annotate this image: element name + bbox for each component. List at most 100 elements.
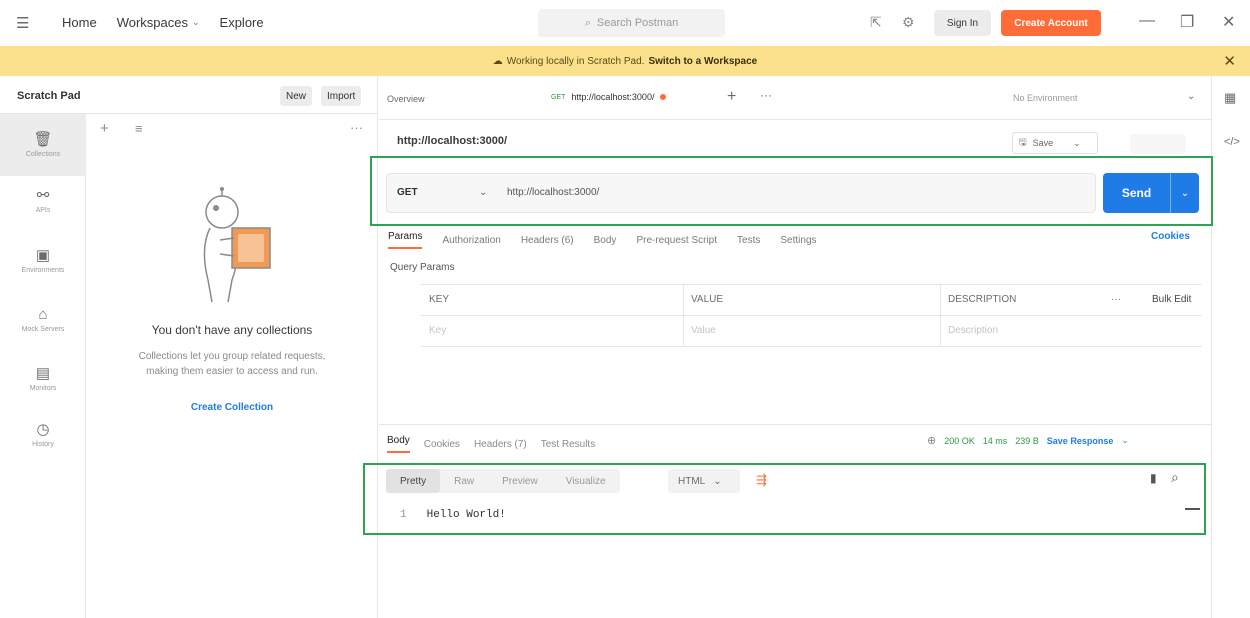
search-icon: ⌕ xyxy=(584,16,591,29)
tab-overview[interactable]: Overview xyxy=(387,94,425,104)
filter-icon[interactable]: ≡ xyxy=(135,121,143,136)
chevron-down-icon[interactable]: ⌄ xyxy=(1073,138,1081,149)
add-collection-icon[interactable]: + xyxy=(100,120,109,137)
sidebar-item-mock-servers[interactable]: ⌂ Mock Servers xyxy=(0,306,86,333)
sidebar-item-label: History xyxy=(32,441,54,448)
tab-headers[interactable]: Headers (6) xyxy=(521,235,574,246)
tab-authorization[interactable]: Authorization xyxy=(442,235,500,246)
request-tab-strip: Overview GET http://localhost:3000/ + ··… xyxy=(379,76,1211,120)
sidebar: Scratch Pad New Import 🗑 Collections ⚯ A… xyxy=(0,76,378,618)
environment-quick-look-icon[interactable]: ▦ xyxy=(1224,90,1236,106)
unsaved-dot-icon xyxy=(660,94,667,100)
sidebar-rail: 🗑 Collections ⚯ APIs ▣ Environments ⌂ Mo… xyxy=(0,114,86,618)
empty-desc-line-2: making them easier to access and run. xyxy=(146,366,318,377)
sidebar-item-label: APIs xyxy=(35,207,51,214)
search-placeholder: Search Postman xyxy=(596,17,679,29)
tab-response-body[interactable]: Body xyxy=(387,435,410,453)
nav-home[interactable]: Home xyxy=(62,15,97,30)
response-tabs: Body Cookies Headers (7) Test Results xyxy=(387,435,595,453)
close-icon[interactable]: ✕ xyxy=(1222,12,1235,32)
sidebar-item-apis[interactable]: ⚯ APIs xyxy=(0,186,86,214)
description-input[interactable]: Description xyxy=(948,325,998,336)
bulk-edit-link[interactable]: Bulk Edit xyxy=(1152,294,1191,305)
new-tab-icon[interactable]: + xyxy=(727,88,736,106)
sidebar-item-label: Collections xyxy=(25,151,61,158)
sidebar-item-environments[interactable]: ▣ Environments xyxy=(0,246,86,274)
create-account-button[interactable]: Create Account xyxy=(1001,10,1101,36)
tab-body[interactable]: Body xyxy=(594,235,617,246)
request-tabs: Params Authorization Headers (6) Body Pr… xyxy=(388,231,817,249)
more-icon[interactable]: ··· xyxy=(350,120,363,135)
sidebar-item-history[interactable]: ◷ History xyxy=(0,420,86,448)
scratch-pad-banner: ☁ Working locally in Scratch Pad. Switch… xyxy=(0,46,1250,76)
switch-workspace-link[interactable]: Switch to a Workspace xyxy=(648,56,757,67)
top-header: ☰ Home Workspaces ⌄ Explore ⌕ Search Post… xyxy=(0,0,1250,46)
minimize-icon[interactable]: — xyxy=(1139,12,1155,30)
sidebar-item-label: Environments xyxy=(21,267,65,274)
tab-tests[interactable]: Tests xyxy=(737,235,760,246)
right-rail: ▦ </> xyxy=(1211,76,1250,618)
tab-settings[interactable]: Settings xyxy=(780,235,816,246)
chevron-down-icon: ⌄ xyxy=(191,17,200,27)
table-header-row: KEY VALUE DESCRIPTION ··· Bulk Edit xyxy=(421,285,1202,316)
nav-workspaces[interactable]: Workspaces ⌄ xyxy=(117,15,200,30)
table-row: Key Value Description xyxy=(421,316,1202,347)
response-meta: ⊕ 200 OK 14 ms 239 B Save Response ⌄ xyxy=(927,434,1129,447)
new-button[interactable]: New xyxy=(280,86,313,106)
empty-collections-illustration xyxy=(203,187,271,303)
query-params-table: KEY VALUE DESCRIPTION ··· Bulk Edit Key … xyxy=(421,284,1202,347)
collections-icon: 🗑 xyxy=(33,131,53,148)
environment-chevron-icon[interactable]: ⌄ xyxy=(1187,91,1195,102)
tab-params[interactable]: Params xyxy=(388,231,423,249)
response-time[interactable]: 14 ms xyxy=(983,436,1008,446)
column-description: DESCRIPTION xyxy=(948,294,1017,305)
key-input[interactable]: Key xyxy=(429,325,446,336)
save-response-button[interactable]: Save Response xyxy=(1047,436,1114,446)
maximize-icon[interactable]: ❐ xyxy=(1180,12,1194,32)
tab-request[interactable]: GET http://localhost:3000/ xyxy=(551,92,667,102)
tab-url: http://localhost:3000/ xyxy=(571,92,655,102)
globe-icon: ⊕ xyxy=(927,435,937,447)
tab-method: GET xyxy=(551,93,566,101)
query-params-heading: Query Params xyxy=(390,262,455,273)
tab-pre-request-script[interactable]: Pre-request Script xyxy=(636,235,717,246)
tab-response-cookies[interactable]: Cookies xyxy=(424,439,460,450)
empty-desc-line-1: Collections let you group related reques… xyxy=(138,351,326,362)
more-icon[interactable]: ··· xyxy=(1111,294,1121,305)
save-button[interactable]: 🖫 Save ⌄ xyxy=(1012,132,1098,154)
column-value: VALUE xyxy=(691,294,724,305)
sidebar-item-monitors[interactable]: ▤ Monitors xyxy=(0,364,86,392)
highlight-box xyxy=(370,156,1213,226)
sidebar-item-collections[interactable]: 🗑 Collections xyxy=(0,114,86,176)
menu-icon[interactable]: ☰ xyxy=(16,14,29,32)
gear-icon[interactable]: ⚙ xyxy=(902,14,915,31)
tab-test-results[interactable]: Test Results xyxy=(541,439,595,450)
sign-in-button[interactable]: Sign In xyxy=(934,10,991,36)
nav-explore[interactable]: Explore xyxy=(220,15,264,30)
history-icon: ◷ xyxy=(36,421,50,438)
create-collection-link[interactable]: Create Collection xyxy=(86,402,378,413)
empty-state-description: Collections let you group related reques… xyxy=(86,349,378,379)
value-input[interactable]: Value xyxy=(691,325,716,336)
tab-response-headers[interactable]: Headers (7) xyxy=(474,439,527,450)
code-icon[interactable]: </> xyxy=(1224,136,1240,148)
monitors-icon: ▤ xyxy=(35,365,51,382)
request-name[interactable]: http://localhost:3000/ xyxy=(397,135,507,147)
banner-close-icon[interactable]: ✕ xyxy=(1223,52,1236,70)
top-nav: Home Workspaces ⌄ Explore xyxy=(62,15,264,30)
cookies-link[interactable]: Cookies xyxy=(1151,231,1190,242)
empty-state-title: You don't have any collections xyxy=(151,323,313,337)
import-button[interactable]: Import xyxy=(321,86,362,106)
tab-more-icon[interactable]: ··· xyxy=(760,88,772,102)
search-input[interactable]: ⌕ Search Postman xyxy=(538,9,725,37)
response-size[interactable]: 239 B xyxy=(1015,436,1039,446)
edit-docs-button[interactable] xyxy=(1130,134,1186,154)
save-icon: 🖫 xyxy=(1019,137,1027,147)
status-code[interactable]: 200 OK xyxy=(944,436,975,446)
environment-select[interactable]: No Environment xyxy=(1013,93,1078,103)
chevron-down-icon[interactable]: ⌄ xyxy=(1121,435,1129,446)
invite-icon[interactable]: ⇱ xyxy=(870,14,882,31)
banner-text: Working locally in Scratch Pad. xyxy=(506,55,645,67)
pane-divider[interactable] xyxy=(379,424,1211,425)
offline-icon: ☁ xyxy=(492,55,503,67)
